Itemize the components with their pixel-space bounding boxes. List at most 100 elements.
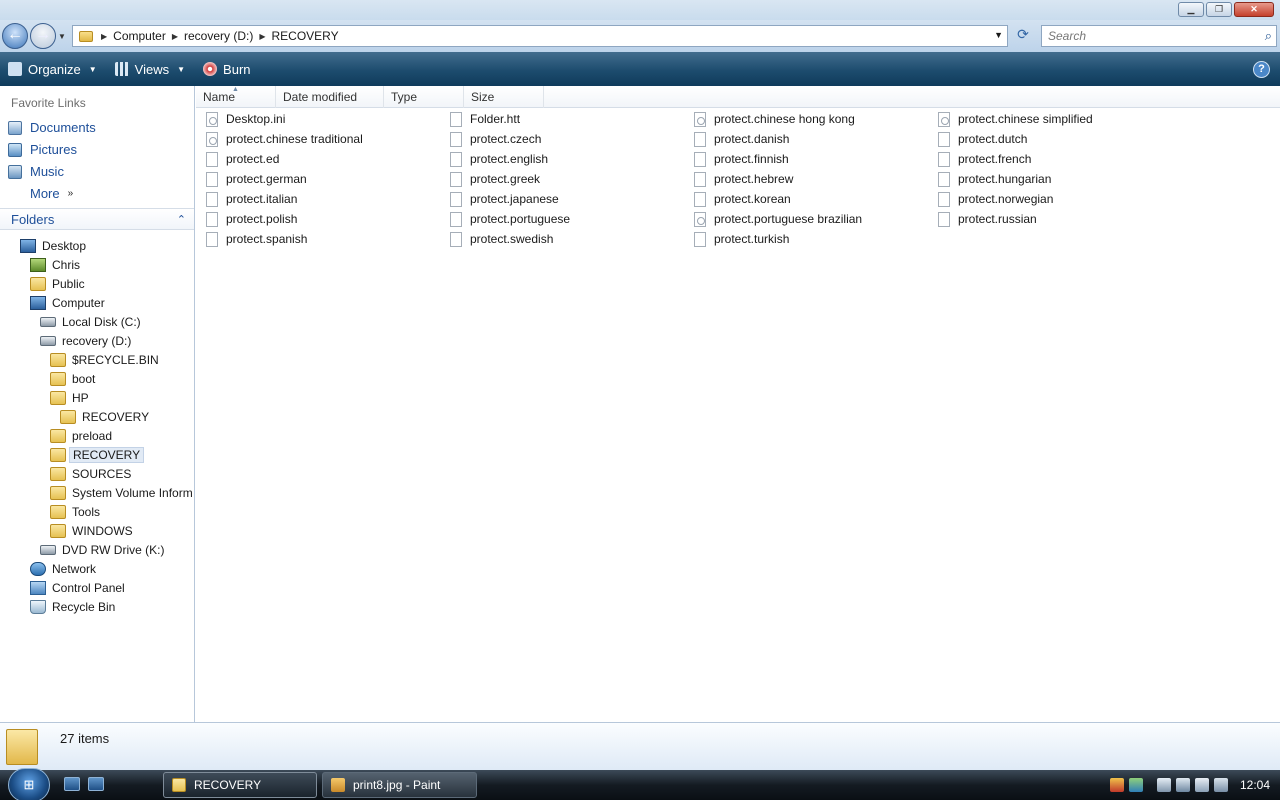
favorite-pictures[interactable]: Pictures [8, 142, 77, 157]
file-item[interactable]: protect.english [450, 150, 548, 168]
file-item[interactable]: protect.portuguese [450, 210, 570, 228]
file-item[interactable]: Desktop.ini [206, 110, 285, 128]
folder-icon [6, 729, 38, 765]
file-item[interactable]: protect.chinese traditional [206, 130, 363, 148]
file-label: protect.korean [714, 192, 791, 206]
file-item[interactable]: protect.dutch [938, 130, 1027, 148]
power-icon[interactable] [1156, 778, 1171, 792]
show-desktop-icon[interactable] [64, 777, 80, 791]
volume-icon[interactable] [1194, 778, 1209, 792]
switch-windows-icon[interactable] [88, 777, 104, 791]
file-item[interactable]: protect.portuguese brazilian [694, 210, 862, 228]
file-item[interactable]: protect.greek [450, 170, 540, 188]
task-paint[interactable]: print8.jpg - Paint [322, 772, 477, 798]
search-input[interactable]: Search ⌕ [1041, 25, 1277, 47]
column-name[interactable]: ▲ Name [196, 86, 276, 108]
file-item[interactable]: protect.italian [206, 190, 297, 208]
windows-update-icon[interactable] [1128, 778, 1143, 792]
tree-item-hp[interactable]: HP [50, 388, 89, 407]
file-item[interactable]: protect.danish [694, 130, 789, 148]
command-bar: Organize ▼ Views ▼ Burn ? [0, 52, 1280, 86]
tree-item-control-panel[interactable]: Control Panel [30, 578, 125, 597]
tree-item-system-volume[interactable]: System Volume Inform [50, 483, 193, 502]
help-button[interactable]: ? [1253, 61, 1270, 78]
file-item[interactable]: protect.finnish [694, 150, 789, 168]
file-item[interactable]: protect.korean [694, 190, 791, 208]
file-icon [938, 171, 950, 187]
tree-item-preload[interactable]: preload [50, 426, 112, 445]
file-item[interactable]: protect.hebrew [694, 170, 793, 188]
file-item[interactable]: protect.spanish [206, 230, 307, 248]
organize-button[interactable]: Organize ▼ [8, 62, 97, 77]
file-item[interactable]: protect.russian [938, 210, 1037, 228]
tree-item-network[interactable]: Network [30, 559, 96, 578]
breadcrumb-chevron-icon[interactable]: ▶ [172, 32, 178, 41]
tree-item-chris[interactable]: Chris [30, 255, 80, 274]
security-shield-icon[interactable] [1109, 778, 1124, 792]
breadcrumb-chevron-icon[interactable]: ▶ [259, 32, 265, 41]
file-item[interactable]: protect.norwegian [938, 190, 1053, 208]
tree-item-computer[interactable]: Computer [30, 293, 105, 312]
file-item[interactable]: Folder.htt [450, 110, 520, 128]
tree-item-recycle-bin[interactable]: Recycle Bin [30, 597, 115, 616]
file-item[interactable]: protect.chinese hong kong [694, 110, 855, 128]
file-item[interactable]: protect.swedish [450, 230, 553, 248]
tree-item-desktop[interactable]: Desktop [20, 236, 86, 255]
column-type[interactable]: Type [384, 86, 464, 108]
breadcrumb-computer[interactable]: Computer [113, 29, 166, 43]
more-link[interactable]: More » [30, 186, 73, 201]
minimize-button[interactable]: ▁ [1178, 2, 1204, 17]
tree-item-sources[interactable]: SOURCES [50, 464, 131, 483]
tree-item-recovery-selected[interactable]: RECOVERY [50, 445, 145, 464]
column-date-modified[interactable]: Date modified [276, 86, 384, 108]
breadcrumb-recovery-drive[interactable]: recovery (D:) [184, 29, 253, 43]
address-dropdown-icon[interactable]: ▼ [994, 30, 1003, 40]
network-status-icon[interactable] [1175, 778, 1190, 792]
favorite-label: Pictures [30, 142, 77, 157]
device-icon[interactable] [1213, 778, 1228, 792]
address-bar[interactable]: ▶ Computer ▶ recovery (D:) ▶ RECOVERY ▼ [72, 25, 1008, 47]
forward-button[interactable]: → [30, 23, 56, 49]
tree-item-local-disk[interactable]: Local Disk (C:) [40, 312, 141, 331]
maximize-button[interactable]: ❐ [1206, 2, 1232, 17]
favorite-music[interactable]: Music [8, 164, 64, 179]
file-item[interactable]: protect.french [938, 150, 1031, 168]
breadcrumb-chevron-icon[interactable]: ▶ [101, 32, 107, 41]
tree-item-tools[interactable]: Tools [50, 502, 100, 521]
search-icon[interactable]: ⌕ [1265, 28, 1272, 44]
tree-item-boot[interactable]: boot [50, 369, 95, 388]
tree-item-hp-recovery[interactable]: RECOVERY [60, 407, 149, 426]
back-button[interactable]: ← [2, 23, 28, 49]
file-item[interactable]: protect.ed [206, 150, 279, 168]
file-icon [694, 151, 706, 167]
close-button[interactable]: ✕ [1234, 2, 1274, 17]
clock[interactable]: 12:04 [1240, 778, 1270, 792]
address-row: ← → ▼ ▶ Computer ▶ recovery (D:) ▶ RECOV… [0, 20, 1280, 52]
tree-item-recovery-drive[interactable]: recovery (D:) [40, 331, 131, 350]
tree-item-public[interactable]: Public [30, 274, 85, 293]
views-button[interactable]: Views ▼ [114, 62, 185, 77]
file-label: protect.russian [958, 212, 1037, 226]
recent-pages-dropdown[interactable]: ▼ [58, 32, 66, 41]
file-item[interactable]: protect.polish [206, 210, 297, 228]
tree-item-recycle-bin-folder[interactable]: $RECYCLE.BIN [50, 350, 159, 369]
breadcrumb-recovery-folder[interactable]: RECOVERY [272, 29, 339, 43]
file-item[interactable]: protect.japanese [450, 190, 559, 208]
tree-item-windows[interactable]: WINDOWS [50, 521, 133, 540]
favorite-documents[interactable]: Documents [8, 120, 96, 135]
file-item[interactable]: protect.hungarian [938, 170, 1051, 188]
file-item[interactable]: protect.chinese simplified [938, 110, 1093, 128]
refresh-icon[interactable]: ⟳ [1012, 26, 1034, 46]
tree-item-dvd-drive[interactable]: DVD RW Drive (K:) [40, 540, 164, 559]
file-item[interactable]: protect.german [206, 170, 307, 188]
start-button[interactable]: ⊞ [8, 768, 50, 800]
chevron-up-icon[interactable]: ⌃ [177, 213, 186, 226]
folders-header[interactable]: Folders ⌃ [0, 208, 194, 230]
task-recovery[interactable]: RECOVERY [163, 772, 317, 798]
file-item[interactable]: protect.czech [450, 130, 541, 148]
file-item[interactable]: protect.turkish [694, 230, 789, 248]
taskbar: ⊞ RECOVERY print8.jpg - Paint 12:04 [0, 768, 1280, 800]
burn-button[interactable]: Burn [203, 62, 251, 77]
file-label: protect.greek [470, 172, 541, 186]
column-size[interactable]: Size [464, 86, 544, 108]
